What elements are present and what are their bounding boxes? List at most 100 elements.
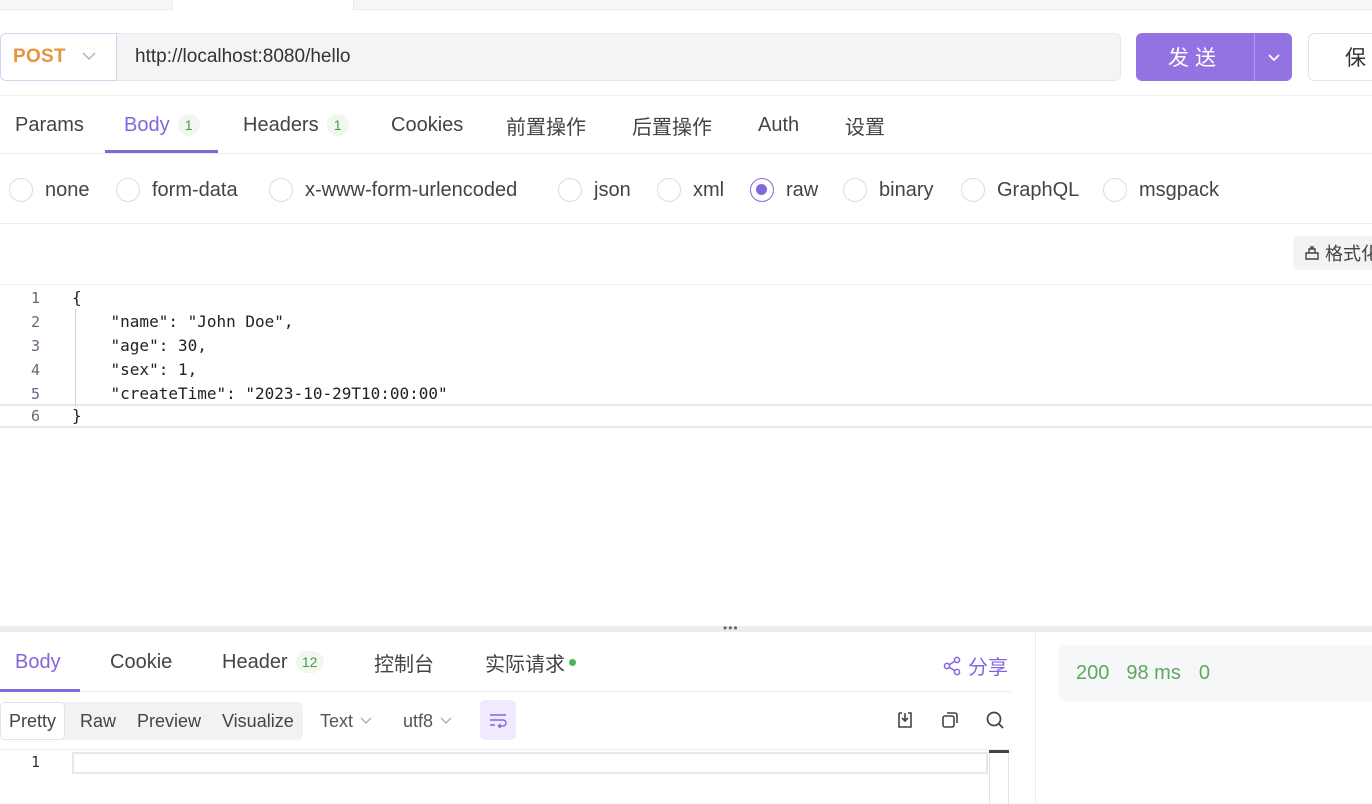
method-select[interactable]: POST — [0, 33, 117, 81]
select-value: Text — [320, 710, 354, 731]
chevron-down-icon — [81, 48, 97, 64]
format-button[interactable]: 格式化 — [1293, 236, 1372, 270]
response-tabs: Body Cookie Header 12 控制台 实际请求 — [0, 632, 1012, 692]
tab-headers[interactable]: Headers 1 — [243, 96, 349, 154]
format-type-select[interactable]: Text — [320, 702, 373, 740]
tab-pre-operations[interactable]: 前置操作 — [506, 96, 586, 154]
radio-xml[interactable]: xml — [657, 177, 724, 203]
download-button[interactable] — [893, 708, 917, 732]
radio-circle — [750, 178, 774, 202]
radio-x-www-form-urlencoded[interactable]: x-www-form-urlencoded — [269, 177, 517, 203]
wrap-lines-icon — [490, 714, 507, 729]
tab-label: 前置操作 — [506, 116, 586, 139]
response-size: 0 — [1198, 661, 1210, 684]
resp-tab-actual-request[interactable]: 实际请求 — [485, 632, 576, 692]
code-text: { — [72, 288, 82, 307]
url-input[interactable]: http://localhost:8080/hello — [117, 33, 1121, 81]
active-tab-indicator — [105, 150, 218, 153]
current-line-highlight — [72, 752, 988, 774]
select-value: utf8 — [403, 710, 434, 731]
radio-graphql[interactable]: GraphQL — [961, 177, 1079, 203]
view-mode-label: Raw — [80, 710, 117, 731]
body-type-radio-group: none form-data x-www-form-urlencoded jso… — [0, 155, 1372, 224]
share-icon — [943, 656, 961, 675]
tab-label: Cookies — [391, 113, 464, 136]
tab-body[interactable]: Body 1 — [124, 96, 200, 154]
radio-label: msgpack — [1139, 178, 1220, 201]
chevron-down-icon — [440, 717, 452, 724]
tab-label: 设置 — [845, 116, 885, 139]
line-number: 6 — [30, 407, 40, 425]
view-mode-preview[interactable]: Preview — [137, 702, 201, 740]
radio-circle — [9, 178, 33, 202]
resp-tab-console[interactable]: 控制台 — [374, 632, 434, 692]
tab-label: Header — [222, 650, 288, 673]
radio-circle — [558, 178, 582, 202]
active-document-tab[interactable] — [172, 0, 354, 10]
radio-circle — [657, 178, 681, 202]
copy-icon — [942, 712, 958, 728]
tab-cookies[interactable]: Cookies — [391, 96, 463, 154]
request-body-editor[interactable]: 1{ 2 "name": "John Doe", 3 "age": 30, 4 … — [0, 286, 1372, 626]
radio-label: raw — [786, 178, 819, 201]
tab-badge: 1 — [326, 114, 349, 136]
view-mode-label: Visualize — [222, 710, 294, 731]
panel-divider — [1035, 632, 1036, 804]
send-dropdown-button[interactable] — [1255, 33, 1292, 81]
tab-auth[interactable]: Auth — [758, 96, 799, 154]
chevron-down-icon — [360, 717, 372, 724]
radio-binary[interactable]: binary — [843, 177, 933, 203]
response-body-editor[interactable]: 1 — [0, 750, 1012, 776]
tab-post-operations[interactable]: 后置操作 — [632, 96, 712, 154]
share-button[interactable]: 分享 — [942, 651, 1008, 680]
save-label: 保 — [1345, 47, 1366, 70]
code-text: } — [72, 406, 82, 425]
send-button-group: 发送 — [1136, 33, 1292, 81]
copy-button[interactable] — [938, 708, 962, 732]
line-number: 1 — [30, 753, 40, 771]
radio-circle — [843, 178, 867, 202]
code-line: 3 "age": 30, — [0, 334, 1372, 358]
view-mode-label: Pretty — [9, 710, 57, 731]
code-line: 2 "name": "John Doe", — [0, 310, 1372, 334]
save-button[interactable]: 保 — [1308, 33, 1372, 81]
tab-label: 实际请求 — [485, 653, 565, 676]
view-mode-pretty[interactable]: Pretty — [0, 702, 66, 740]
code-text: "createTime": "2023-10-29T10:00:00" — [72, 384, 448, 403]
radio-json[interactable]: json — [558, 177, 631, 203]
tab-label: 后置操作 — [632, 116, 712, 139]
download-icon — [898, 712, 912, 728]
tab-label: Body — [15, 650, 61, 673]
radio-raw[interactable]: raw — [750, 177, 818, 203]
encoding-select[interactable]: utf8 — [403, 702, 453, 740]
search-button[interactable] — [983, 708, 1007, 732]
top-tab-strip — [0, 0, 1372, 10]
line-number: 5 — [30, 385, 40, 403]
radio-msgpack[interactable]: msgpack — [1103, 177, 1219, 203]
resp-tab-body[interactable]: Body — [15, 632, 61, 692]
tab-label: Headers — [243, 113, 319, 136]
method-label: POST — [13, 46, 66, 67]
status-code: 200 — [1076, 661, 1110, 684]
resp-tab-cookie[interactable]: Cookie — [110, 632, 172, 692]
radio-none[interactable]: none — [9, 177, 90, 203]
response-scrollbar[interactable] — [989, 750, 1009, 804]
line-number: 2 — [30, 313, 40, 331]
radio-label: json — [594, 178, 631, 201]
radio-label: none — [45, 178, 90, 201]
view-mode-visualize[interactable]: Visualize — [222, 702, 294, 740]
view-mode-label: Preview — [137, 710, 202, 731]
radio-form-data[interactable]: form-data — [116, 177, 238, 203]
code-line: 1{ — [0, 286, 1372, 310]
resp-tab-header[interactable]: Header 12 — [222, 632, 324, 692]
radio-label: form-data — [152, 178, 238, 201]
tab-badge: 12 — [295, 651, 324, 673]
wrap-lines-button[interactable] — [480, 700, 516, 740]
send-button[interactable]: 发送 — [1136, 33, 1254, 81]
tab-settings[interactable]: 设置 — [845, 96, 885, 154]
code-line: 4 "sex": 1, — [0, 358, 1372, 382]
tab-label: Params — [15, 113, 84, 136]
code-line: 5 "createTime": "2023-10-29T10:00:00" — [0, 382, 1372, 406]
tab-params[interactable]: Params — [15, 96, 84, 154]
view-mode-raw[interactable]: Raw — [80, 702, 116, 740]
